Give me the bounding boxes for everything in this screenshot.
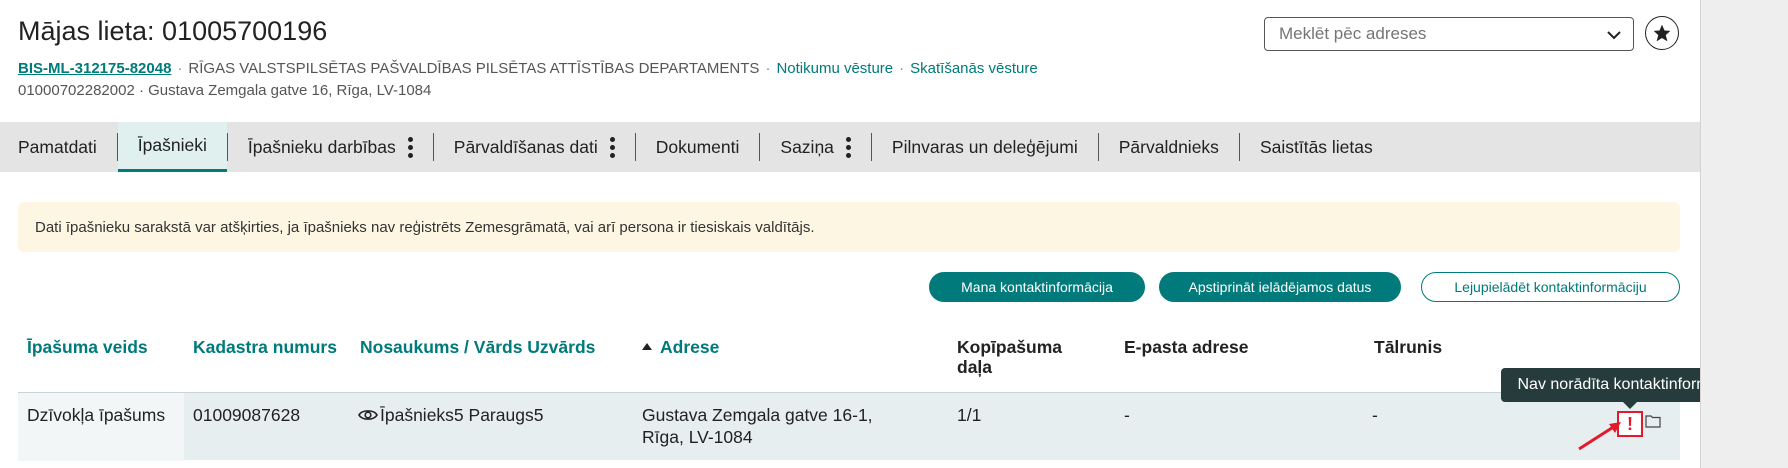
meta-separator: · — [177, 60, 183, 77]
confirm-data-button[interactable]: Apstiprināt ielādējamos datus — [1159, 272, 1401, 302]
department-name: RĪGAS VALSTSPILSĒTAS PAŠVALDĪBAS PILSĒTA… — [188, 60, 760, 77]
more-vertical-icon[interactable] — [407, 136, 413, 158]
cell-address: Gustava Zemgala gatve 16-1, Rīga, LV-108… — [642, 405, 873, 447]
page: Mājas lieta: 01005700196 BIS-ML-312175-8… — [0, 0, 1759, 468]
my-contact-button[interactable]: Mana kontaktinformācija — [929, 272, 1145, 302]
tab-label: Pamatdati — [18, 136, 97, 157]
column-header-address[interactable]: Adrese — [642, 337, 719, 357]
tab-pamatdati[interactable]: Pamatdati — [0, 122, 117, 172]
address-search-input[interactable] — [1265, 18, 1585, 50]
address-search-select[interactable] — [1264, 17, 1634, 51]
meta-separator: · — [899, 60, 905, 77]
tab-parvaldisanas-dati[interactable]: Pārvaldīšanas dati — [434, 122, 635, 172]
views-history-link[interactable]: Skatīšanās vēsture — [910, 60, 1038, 77]
tab-label: Dokumenti — [655, 136, 740, 157]
page-title: Mājas lieta: 01005700196 — [18, 16, 328, 46]
column-header-label: Adrese — [660, 337, 720, 357]
tab-saistitas-lietas[interactable]: Saistītās lietas — [1240, 122, 1393, 172]
tab-dokumenti[interactable]: Dokumenti — [636, 122, 760, 172]
tab-pilnvaras[interactable]: Pilnvaras un deleģējumi — [872, 122, 1098, 172]
tab-label: Saistītās lietas — [1259, 136, 1373, 157]
tab-bar: Pamatdati Īpašnieki Īpašnieku darbības P… — [0, 122, 1700, 172]
cell-share: 1/1 — [957, 405, 982, 425]
tab-label: Īpašnieku darbības — [247, 136, 396, 157]
meta-separator: · — [765, 60, 771, 77]
tab-label: Pārvaldīšanas dati — [453, 136, 598, 157]
events-history-link[interactable]: Notikumu vēsture — [776, 60, 893, 77]
more-vertical-icon[interactable] — [845, 136, 851, 158]
folder-icon[interactable] — [1645, 414, 1661, 428]
download-contact-button[interactable]: Lejupielādēt kontaktinformāciju — [1421, 272, 1680, 302]
sort-ascending-icon — [642, 343, 652, 350]
info-notice: Dati īpašnieku sarakstā var atšķirties, … — [18, 202, 1680, 252]
tab-ipasnieki[interactable]: Īpašnieki — [117, 122, 227, 172]
owner-name: Īpašnieks5 Paraugs5 — [380, 405, 544, 425]
star-icon — [1653, 24, 1671, 42]
right-gutter — [1700, 0, 1788, 468]
chevron-down-icon[interactable] — [1605, 26, 1623, 44]
cell-email: - — [1124, 405, 1130, 425]
column-header-share: Kopīpašuma daļa — [957, 337, 1063, 377]
cell-phone: - — [1372, 405, 1378, 425]
column-header-email: E-pasta adrese — [1124, 337, 1249, 357]
tab-ipasnieku-darbibas[interactable]: Īpašnieku darbības — [228, 122, 433, 172]
tab-label: Pārvaldnieks — [1118, 136, 1219, 157]
tab-label: Saziņa — [780, 136, 834, 157]
tab-parvaldnieks[interactable]: Pārvaldnieks — [1099, 122, 1239, 172]
column-header-owner[interactable]: Nosaukums / Vārds Uzvārds — [360, 337, 595, 357]
case-meta: BIS-ML-312175-82048 · RĪGAS VALSTSPILSĒTAS… — [18, 60, 1038, 77]
column-header-cadastre[interactable]: Kadastra numurs — [193, 337, 337, 357]
case-id-link[interactable]: BIS-ML-312175-82048 — [18, 60, 171, 77]
building-address: 01000702282002 · Gustava Zemgala gatve 1… — [18, 82, 432, 99]
more-vertical-icon[interactable] — [609, 136, 615, 158]
eye-icon[interactable] — [358, 408, 378, 422]
tab-label: Īpašnieki — [137, 135, 207, 155]
cell-property-type: Dzīvokļa īpašums — [27, 405, 166, 425]
tab-label: Pilnvaras un deleģējumi — [891, 136, 1078, 157]
column-header-phone: Tālrunis — [1374, 337, 1443, 357]
favorite-button[interactable] — [1645, 16, 1679, 50]
column-header-property-type[interactable]: Īpašuma veids — [27, 337, 148, 357]
annotation-arrow-icon — [1578, 422, 1621, 451]
cell-cadastre: 01009087628 — [193, 405, 301, 425]
cell-owner[interactable]: Īpašnieks5 Paraugs5 — [358, 404, 543, 426]
tab-sazina[interactable]: Saziņa — [760, 122, 871, 172]
